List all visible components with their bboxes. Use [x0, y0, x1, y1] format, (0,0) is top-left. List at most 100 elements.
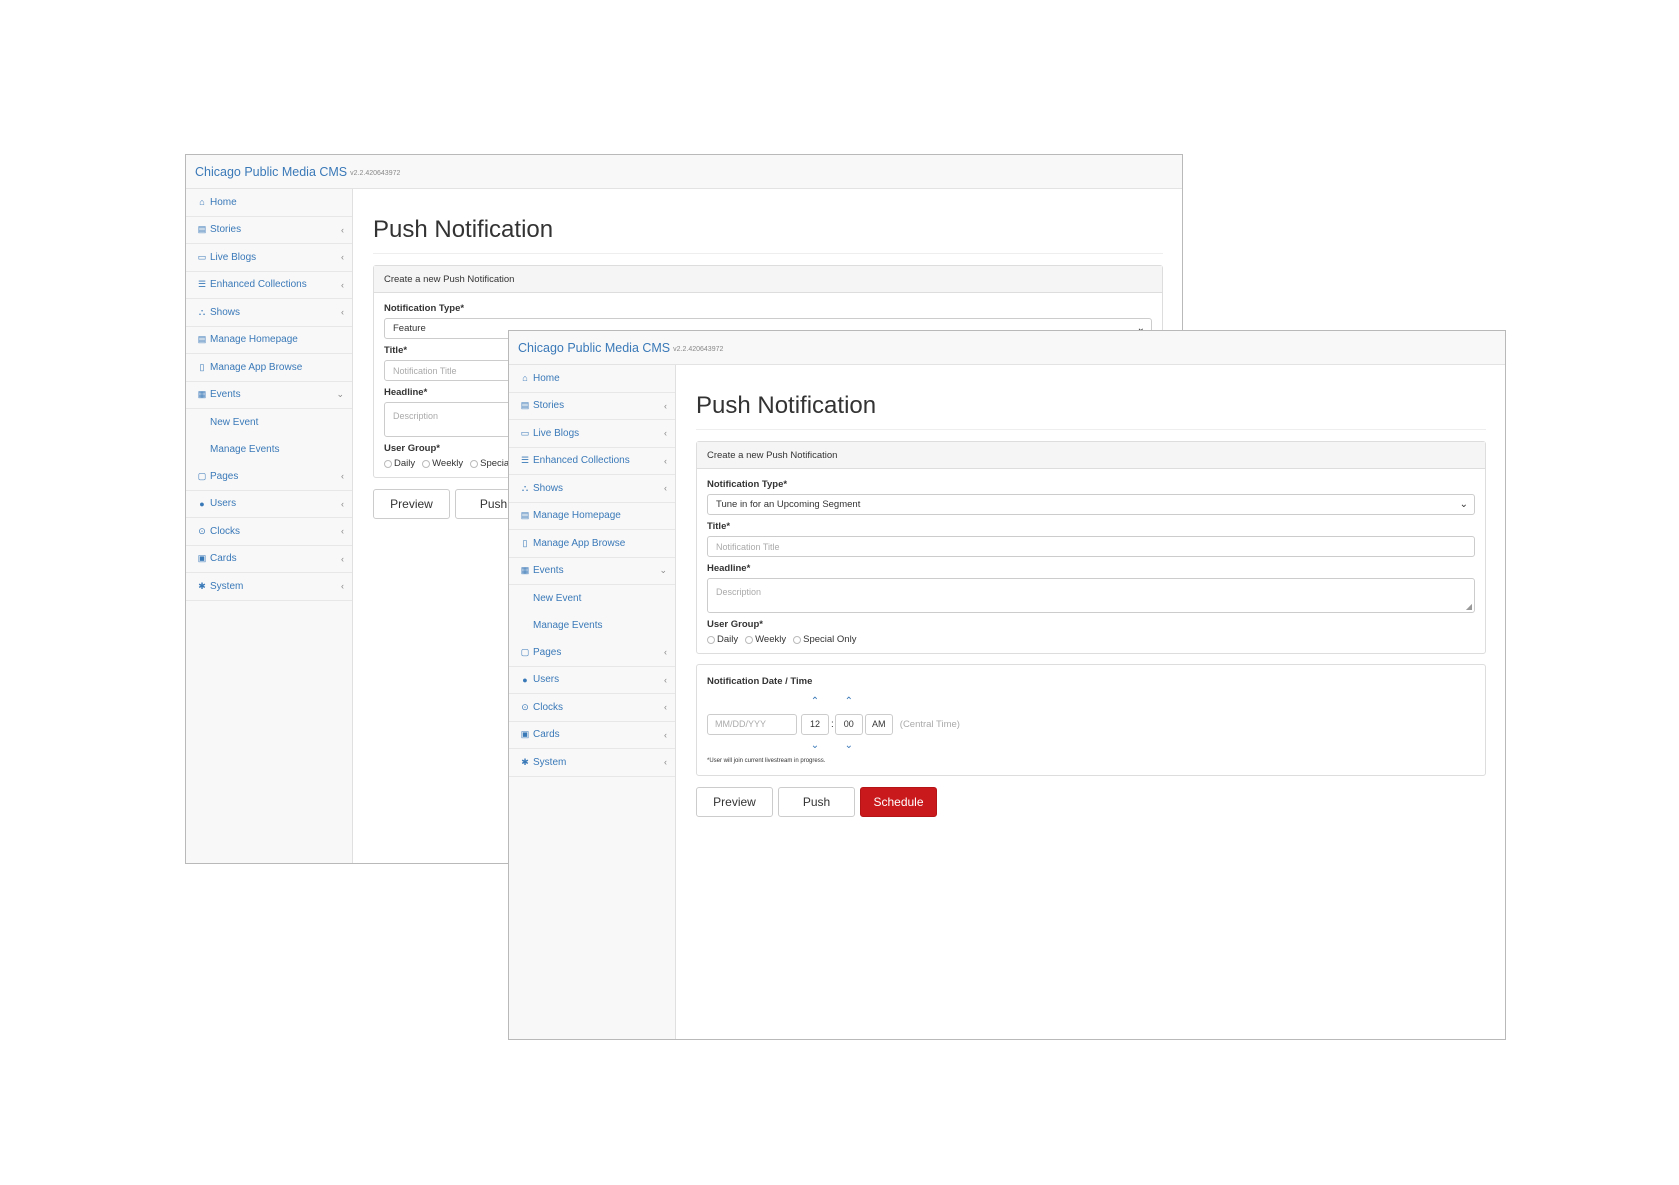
sidebar-item-label: Cards: [210, 553, 237, 565]
sidebar-item-label: Manage App Browse: [210, 361, 303, 373]
sidebar-item-system[interactable]: ✱ System ‹: [186, 573, 352, 601]
sidebar-item-live-blogs[interactable]: ▭ Live Blogs ‹: [509, 420, 675, 448]
notification-type-select[interactable]: Tune in for an Upcoming Segment ⌄: [707, 494, 1475, 515]
chevron-left-icon: ‹: [664, 647, 667, 658]
chevron-down-icon[interactable]: ⌄: [845, 739, 853, 753]
radio-daily[interactable]: Daily: [384, 458, 415, 469]
gear-icon: ✱: [198, 580, 206, 591]
sidebar: ⌂ Home ▤ Stories ‹ ▭ Live Blogs ‹ ☰ Enhanced Coll…: [509, 365, 676, 1039]
schedule-button[interactable]: Schedule: [860, 787, 937, 817]
sidebar-item-home[interactable]: ⌂ Home: [509, 365, 675, 393]
brand-link[interactable]: Chicago Public Media CMS: [518, 341, 670, 355]
preview-button[interactable]: Preview: [696, 787, 773, 817]
sidebar-item-system[interactable]: ✱ System ‹: [509, 749, 675, 777]
sidebar-item-clocks[interactable]: ⊙ Clocks ‹: [186, 518, 352, 546]
radio-circle-icon: [793, 635, 802, 644]
calendar-icon: ▦: [197, 389, 207, 400]
user-group-label: User Group*: [707, 619, 763, 630]
chevron-down-icon[interactable]: ⌄: [811, 739, 819, 753]
chevron-left-icon: ‹: [341, 526, 344, 537]
chevron-left-icon: ‹: [664, 702, 667, 713]
sidebar-item-label: Users: [533, 674, 560, 686]
chevron-down-icon: ⌄: [659, 565, 667, 576]
chevron-up-icon[interactable]: ⌃: [811, 695, 819, 709]
sidebar-item-stories[interactable]: ▤ Stories ‹: [509, 393, 675, 420]
sidebar-item-label: Manage Homepage: [533, 510, 621, 522]
sidebar-item-label: Stories: [210, 224, 242, 236]
hour-input[interactable]: 12: [801, 713, 829, 735]
title-input[interactable]: Notification Title: [707, 536, 1475, 557]
sidebar-subitem-manage-events[interactable]: Manage Events: [509, 612, 675, 639]
headline-placeholder: Description: [393, 411, 439, 421]
user-icon: ●: [522, 674, 528, 685]
chevron-left-icon: ‹: [341, 279, 344, 290]
sidebar-subitem-new-event[interactable]: New Event: [186, 409, 352, 436]
radio-weekly[interactable]: Weekly: [422, 458, 463, 469]
sidebar-item-events[interactable]: ▦ Events ⌄: [509, 558, 675, 585]
sidebar-item-manage-homepage[interactable]: ▤ Manage Homepage: [509, 503, 675, 530]
sidebar-item-shows[interactable]: ⛬ Shows ‹: [186, 299, 352, 327]
sitemap-icon: ⛬: [198, 306, 206, 317]
sidebar-item-label: Shows: [210, 306, 241, 318]
front-window: Chicago Public Media CMS v2.2.420643972 …: [508, 330, 1506, 1040]
panel-heading: Create a new Push Notification: [697, 442, 1485, 469]
laptop-icon: ▭: [520, 427, 530, 438]
sidebar-item-manage-app-browse[interactable]: ▯ Manage App Browse: [509, 530, 675, 558]
sidebar-item-live-blogs[interactable]: ▭ Live Blogs ‹: [186, 244, 352, 272]
id-card-icon: ▣: [520, 729, 530, 740]
sidebar-item-shows[interactable]: ⛬ Shows ‹: [509, 475, 675, 503]
user-icon: ●: [199, 498, 205, 509]
date-input[interactable]: MM/DD/YYY: [707, 713, 797, 735]
time-separator: :: [831, 718, 834, 730]
sidebar-item-pages[interactable]: ▢ Pages ‹: [509, 639, 675, 667]
datetime-label: Notification Date / Time: [707, 676, 813, 687]
sidebar-item-label: Clocks: [210, 525, 241, 537]
resize-grip-icon[interactable]: ◢: [1466, 602, 1472, 611]
chevron-down-icon: ⌄: [1459, 499, 1468, 510]
radio-special-only[interactable]: Specia: [470, 458, 509, 469]
sidebar-item-label: Manage Homepage: [210, 334, 298, 346]
notification-type-label: Notification Type*: [384, 303, 465, 314]
radio-special-only[interactable]: Special Only: [793, 634, 856, 645]
sidebar-item-cards[interactable]: ▣ Cards ‹: [186, 546, 352, 573]
sidebar-item-cards[interactable]: ▣ Cards ‹: [509, 722, 675, 749]
sidebar-item-enhanced-collections[interactable]: ☰ Enhanced Collections ‹: [186, 272, 352, 299]
push-button[interactable]: Push: [778, 787, 855, 817]
user-group-radios: Daily Weekly Special Only: [707, 634, 1475, 645]
sidebar-subitem-new-event[interactable]: New Event: [509, 585, 675, 612]
chevron-left-icon: ‹: [664, 674, 667, 685]
sidebar-item-label: Live Blogs: [210, 251, 257, 263]
sidebar-item-users[interactable]: ● Users ‹: [509, 667, 675, 694]
sidebar-item-home[interactable]: ⌂ Home: [186, 189, 352, 217]
radio-label: Specia: [480, 458, 510, 469]
mobile-icon: ▯: [199, 361, 205, 372]
sidebar-item-manage-app-browse[interactable]: ▯ Manage App Browse: [186, 354, 352, 382]
file-icon: ▢: [197, 470, 207, 481]
sidebar-item-pages[interactable]: ▢ Pages ‹: [186, 463, 352, 491]
sidebar-item-manage-homepage[interactable]: ▤ Manage Homepage: [186, 327, 352, 354]
sidebar-item-events[interactable]: ▦ Events ⌄: [186, 382, 352, 409]
calendar-icon: ▦: [520, 565, 530, 576]
radio-label: Daily: [394, 458, 416, 469]
top-navbar: Chicago Public Media CMS v2.2.420643972: [509, 331, 1505, 365]
notification-type-value: Tune in for an Upcoming Segment: [716, 499, 861, 510]
chevron-left-icon: ‹: [664, 729, 667, 740]
ampm-toggle[interactable]: AM: [864, 713, 893, 735]
sidebar-subitem-manage-events[interactable]: Manage Events: [186, 436, 352, 463]
chevron-up-icon[interactable]: ⌃: [845, 695, 853, 709]
sidebar-item-label: Users: [210, 498, 237, 510]
sidebar-item-clocks[interactable]: ⊙ Clocks ‹: [509, 694, 675, 722]
notification-type-label: Notification Type*: [707, 479, 788, 490]
newspaper-icon: ▤: [197, 224, 207, 235]
radio-weekly[interactable]: Weekly: [745, 634, 786, 645]
headline-textarea[interactable]: Description ◢: [707, 578, 1475, 613]
brand-link[interactable]: Chicago Public Media CMS: [195, 165, 347, 179]
sidebar-item-enhanced-collections[interactable]: ☰ Enhanced Collections ‹: [509, 448, 675, 475]
radio-label: Weekly: [755, 634, 787, 645]
radio-daily[interactable]: Daily: [707, 634, 738, 645]
chevron-left-icon: ‹: [341, 224, 344, 235]
preview-button[interactable]: Preview: [373, 489, 450, 519]
minute-input[interactable]: 00: [834, 713, 863, 735]
sidebar-item-users[interactable]: ● Users ‹: [186, 491, 352, 518]
sidebar-item-stories[interactable]: ▤ Stories ‹: [186, 217, 352, 244]
